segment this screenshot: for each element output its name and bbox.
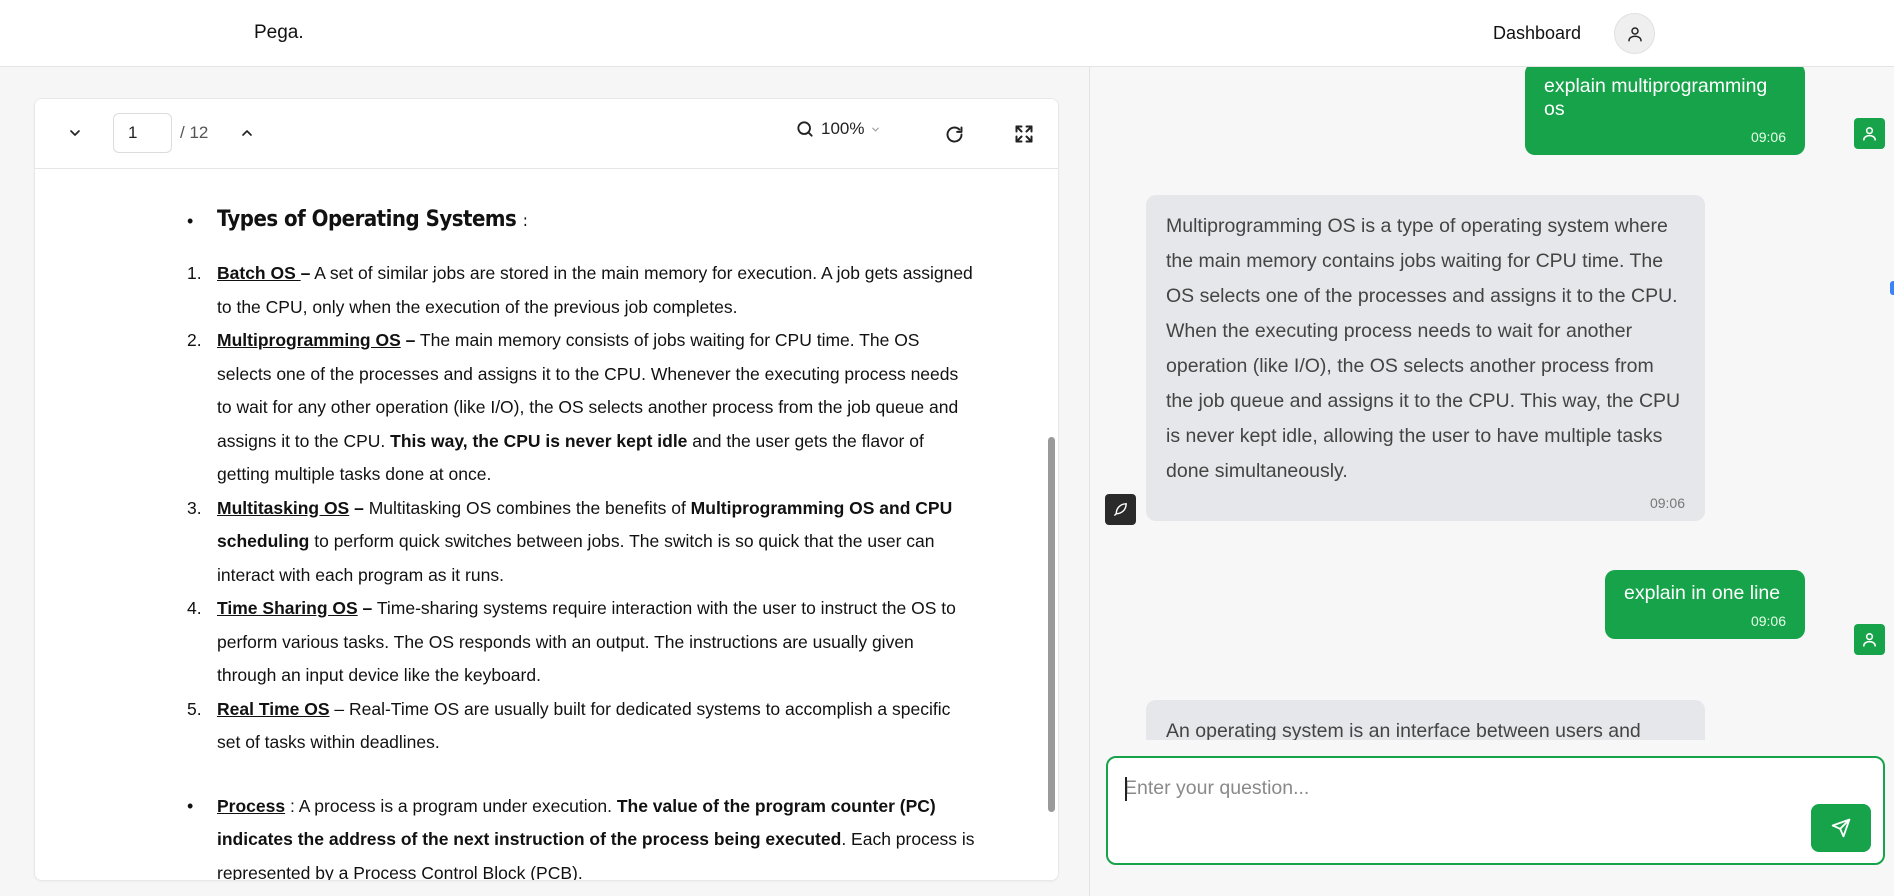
bullet: • xyxy=(187,795,194,816)
page-total: / 12 xyxy=(180,123,209,142)
search-icon xyxy=(797,121,813,137)
section-heading-row: • Types of Operating Systems : xyxy=(187,207,977,247)
nav-dashboard-link[interactable]: Dashboard xyxy=(1493,23,1581,44)
list-item: 5. Real Time OS – Real-Time OS are usual… xyxy=(187,698,951,753)
send-icon xyxy=(1831,818,1851,838)
zoom-control[interactable]: 100% xyxy=(795,119,881,139)
fullscreen-button[interactable] xyxy=(1007,117,1041,151)
list-item: 1. Batch OS – A set of similar jobs are … xyxy=(187,263,973,317)
list-item: 3. Multitasking OS – Multitasking OS com… xyxy=(187,497,953,585)
user-icon xyxy=(1863,633,1876,647)
chevron-down-icon xyxy=(70,130,80,136)
top-bar: Pega. Dashboard xyxy=(0,0,1894,67)
zoom-level: 100% xyxy=(821,119,865,138)
feather-icon xyxy=(1114,503,1127,516)
rotate-icon xyxy=(946,126,962,142)
user-message: explain multiprogramming os 09:06 xyxy=(1525,67,1805,155)
user-icon xyxy=(1863,127,1876,141)
message-time: 09:06 xyxy=(1750,129,1786,145)
document-page[interactable]: • Types of Operating Systems : 1. Batch … xyxy=(35,169,1058,881)
page-number-input[interactable] xyxy=(113,113,172,153)
app-logo[interactable]: Pega. xyxy=(254,22,304,44)
user-icon xyxy=(1627,26,1642,41)
bot-avatar xyxy=(1105,494,1136,525)
question-input[interactable] xyxy=(1124,768,1804,808)
user-avatar xyxy=(1854,624,1885,655)
document-scrollbar[interactable] xyxy=(1048,437,1055,812)
message-list[interactable]: explain multiprogramming os 09:06 Multip… xyxy=(1090,67,1894,740)
process-paragraph: • Process : A process is a program under… xyxy=(187,790,977,881)
prev-page-button[interactable] xyxy=(231,117,263,149)
user-message: explain in one line 09:06 xyxy=(1605,570,1805,639)
list-item: 4. Time Sharing OS – Time-sharing system… xyxy=(187,598,956,685)
rotate-button[interactable] xyxy=(937,117,971,151)
section-heading: Types of Operating Systems : xyxy=(217,207,528,232)
question-box xyxy=(1106,756,1885,865)
scroll-indicator xyxy=(1890,281,1894,295)
os-types-list: 1. Batch OS – A set of similar jobs are … xyxy=(187,257,977,760)
bot-message: An operating system is an interface betw… xyxy=(1146,700,1705,740)
message-time: 09:06 xyxy=(1750,613,1786,629)
chevron-up-icon xyxy=(242,130,252,136)
text-caret xyxy=(1125,777,1127,801)
bot-message: Multiprogramming OS is a type of operati… xyxy=(1146,195,1705,521)
document-content: • Types of Operating Systems : 1. Batch … xyxy=(187,207,977,881)
pdf-viewer: / 12 100% • Types of Operating Systems :… xyxy=(34,98,1059,881)
next-page-button[interactable] xyxy=(59,117,91,149)
profile-button[interactable] xyxy=(1614,13,1655,54)
chat-panel: explain multiprogramming os 09:06 Multip… xyxy=(1089,67,1894,896)
send-button[interactable] xyxy=(1811,804,1871,852)
chevron-down-icon xyxy=(872,127,880,132)
user-avatar xyxy=(1854,118,1885,149)
fullscreen-icon xyxy=(1015,125,1033,143)
message-time: 09:06 xyxy=(1649,495,1685,511)
list-item: 2. Multiprogramming OS – The main memory… xyxy=(187,330,959,484)
viewer-toolbar: / 12 100% xyxy=(35,99,1058,169)
bullet: • xyxy=(187,211,194,231)
